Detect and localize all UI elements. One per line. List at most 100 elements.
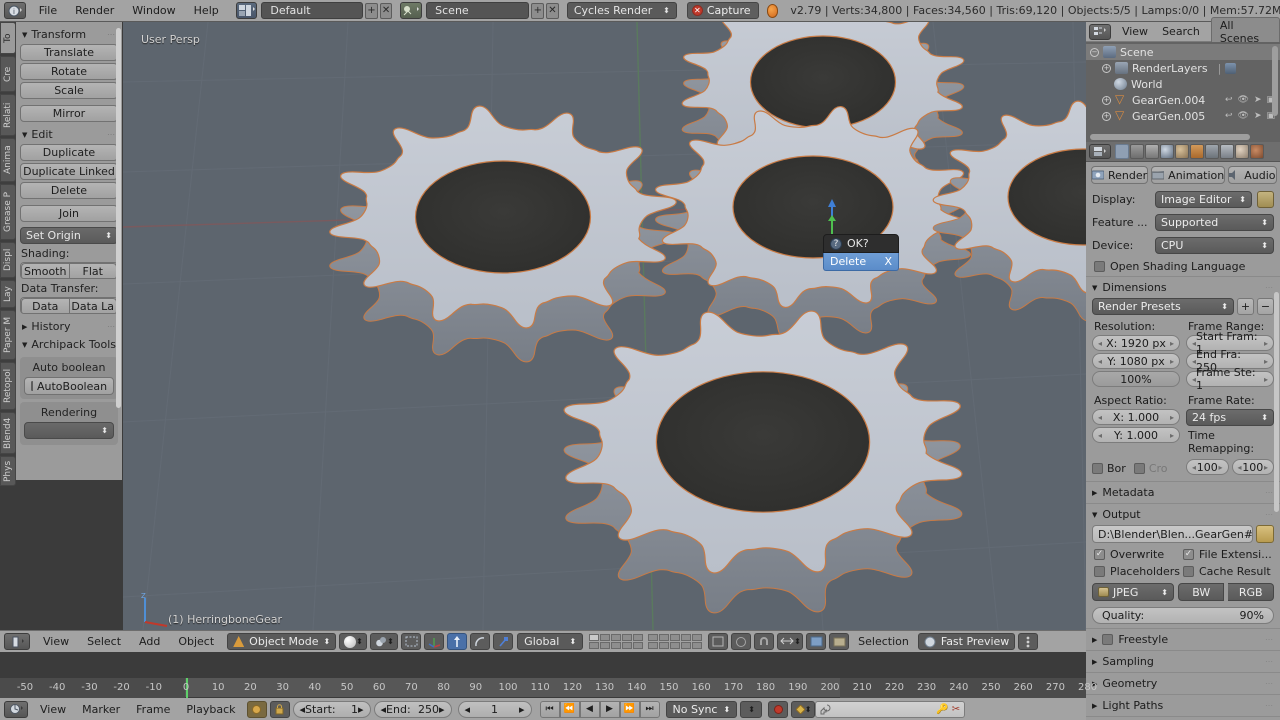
vp-menu-add[interactable]: Add [130, 635, 169, 648]
right-arrow-icon[interactable]: ▸ [358, 703, 364, 716]
proportional-edit-toggle[interactable] [731, 633, 752, 650]
properties-tab-render[interactable] [1115, 144, 1129, 159]
section-motion-blur[interactable]: ▶ Motion Blur ⋯ [1086, 716, 1280, 720]
viewport-shading-dropdown[interactable]: ⬍ [339, 633, 368, 650]
vp-menu-select[interactable]: Select [78, 635, 130, 648]
play-button[interactable]: ▶ [599, 700, 620, 718]
layer-cell[interactable] [600, 642, 611, 649]
properties-tab-modifiers[interactable] [1205, 144, 1219, 159]
right-arrow-icon[interactable]: ▸ [1170, 413, 1174, 422]
expand-toggle-icon[interactable]: + [1102, 111, 1111, 121]
current-frame-field[interactable]: ◂ 1 ▸ [457, 700, 532, 718]
aspect-x-field[interactable]: ◂ X: 1.000 ▸ [1092, 409, 1180, 425]
render-presets-dropdown[interactable]: Render Presets ⬍ [1092, 298, 1234, 315]
cache-result-checkbox-row[interactable]: Cache Result [1183, 565, 1272, 578]
left-arrow-icon[interactable]: ◂ [1192, 463, 1196, 472]
frame-rate-dropdown[interactable]: 24 fps ⬍ [1186, 409, 1274, 426]
layer-cell[interactable] [633, 634, 644, 641]
outliner-row-geargen-005[interactable]: + ▽ GearGen.005 ↩ 👁 ➤ ▣ [1086, 108, 1280, 124]
freestyle-checkbox[interactable] [1102, 634, 1114, 645]
left-arrow-icon[interactable]: ◂ [465, 703, 471, 716]
toolshelf-tab-retopology[interactable]: Retopol [0, 362, 16, 410]
menu-window[interactable]: Window [123, 0, 184, 22]
cache-result-checkbox[interactable] [1183, 566, 1194, 577]
pivot-point-dropdown[interactable]: ⬍ [370, 633, 399, 650]
layer-cell[interactable] [692, 634, 703, 641]
layer-cell[interactable] [633, 642, 644, 649]
gear-object[interactable] [558, 310, 968, 614]
eye-icon[interactable]: 👁 [1238, 111, 1249, 121]
sync-mode-dropdown[interactable]: No Sync ⬍ [665, 700, 738, 718]
opengl-render-animation-button[interactable] [829, 633, 850, 650]
screen-layout-icon[interactable] [235, 2, 258, 19]
layer-cell[interactable] [589, 642, 600, 649]
prev-keyframe-button[interactable]: ⏪ [559, 700, 580, 718]
3d-viewport[interactable]: User Persp (1) HerringboneGear Z ? OK? D… [123, 22, 1086, 630]
next-keyframe-button[interactable]: ⏩ [619, 700, 640, 718]
renderlayer-visibility-icon[interactable] [1225, 62, 1237, 74]
delete-button[interactable]: Delete [20, 182, 118, 199]
add-preset-button[interactable]: + [1237, 298, 1254, 315]
data-button[interactable]: Data [21, 298, 69, 313]
editor-type-properties-icon[interactable] [1089, 144, 1111, 159]
scale-manipulator-button[interactable] [493, 633, 514, 650]
opengl-render-image-button[interactable] [806, 633, 827, 650]
panel-header-edit[interactable]: ▼ Edit ⋯ [20, 126, 118, 144]
transform-orientation-dropdown[interactable]: Global ⬍ [517, 633, 584, 650]
add-scene-button[interactable]: + [531, 2, 545, 19]
keying-set-spinner[interactable]: ⬍ [740, 700, 763, 718]
panel-header-history[interactable]: ▶ History ⋯ [20, 318, 118, 336]
properties-tab-constraints[interactable] [1190, 144, 1204, 159]
layer-cell[interactable] [659, 634, 670, 641]
menu-render[interactable]: Render [66, 0, 123, 22]
file-extensions-checkbox[interactable]: ✓ [1183, 549, 1194, 560]
render-image-button[interactable]: Render [1091, 166, 1149, 184]
section-dimensions[interactable]: ▼ Dimensions ⋯ [1086, 276, 1280, 298]
restrict-select-icon[interactable]: ↩ [1225, 111, 1233, 121]
remove-keying-set-icon[interactable]: ✂ [952, 704, 960, 715]
outliner-menu-view[interactable]: View [1115, 25, 1155, 38]
manipulator-toggle[interactable] [424, 633, 445, 650]
toolshelf-tab-tools[interactable]: To [0, 22, 16, 54]
left-arrow-icon[interactable]: ◂ [1098, 431, 1102, 440]
duplicate-button[interactable]: Duplicate [20, 144, 118, 161]
delete-confirm-popup[interactable]: ? OK? Delete X [823, 234, 899, 271]
crop-checkbox-row[interactable]: Cro [1133, 459, 1168, 477]
right-arrow-icon[interactable]: ▸ [1218, 463, 1222, 472]
time-remap-old-field[interactable]: ◂ 100 ▸ [1186, 459, 1229, 475]
toolshelf-tab-grease-pencil[interactable]: Grease P [0, 184, 16, 240]
resolution-x-field[interactable]: ◂ X: 1920 px ▸ [1092, 335, 1180, 351]
toolshelf-tab-animation[interactable]: Anima [0, 138, 16, 182]
folder-icon[interactable] [1256, 525, 1274, 543]
lock-camera-toggle[interactable] [708, 633, 729, 650]
rendering-preset-dropdown[interactable]: ⬍ [24, 422, 114, 439]
outliner-row-renderlayers[interactable]: + RenderLayers | [1086, 60, 1280, 76]
properties-tab-render-layers[interactable] [1130, 144, 1144, 159]
crop-checkbox[interactable] [1133, 462, 1145, 474]
section-sampling[interactable]: ▶ Sampling ⋯ [1086, 650, 1280, 672]
toolshelf-tab-create[interactable]: Cre [0, 56, 16, 92]
feature-set-dropdown[interactable]: Supported ⬍ [1155, 214, 1274, 231]
section-freestyle[interactable]: ▶ Freestyle ⋯ [1086, 628, 1280, 650]
lock-keyframe-icon[interactable] [269, 700, 290, 718]
right-arrow-icon[interactable]: ▸ [1264, 463, 1268, 472]
cursor-icon[interactable]: ➤ [1254, 111, 1262, 121]
render-engine-dropdown[interactable]: Cycles Render ⬍ [566, 2, 677, 19]
vp-menu-object[interactable]: Object [169, 635, 223, 648]
file-extensions-checkbox-row[interactable]: ✓ File Extensi... [1183, 548, 1272, 561]
device-dropdown[interactable]: CPU ⬍ [1155, 237, 1274, 254]
properties-scrollbar[interactable] [1274, 292, 1279, 512]
overwrite-checkbox[interactable]: ✓ [1094, 549, 1105, 560]
right-arrow-icon[interactable]: ▸ [1170, 357, 1174, 366]
remove-preset-button[interactable]: − [1257, 298, 1274, 315]
layer-cell[interactable] [648, 642, 659, 649]
toolshelf-tab-display[interactable]: Displ [0, 242, 16, 278]
timeline-menu-frame[interactable]: Frame [128, 703, 178, 716]
scene-layers[interactable] [589, 634, 703, 649]
border-checkbox-row[interactable]: Bor [1092, 459, 1126, 477]
left-arrow-icon[interactable]: ◂ [1238, 463, 1242, 472]
layer-cell[interactable] [622, 634, 633, 641]
editor-type-outliner-icon[interactable] [1089, 23, 1111, 40]
frame-step-field[interactable]: ◂ Frame Ste: 1 ▸ [1186, 366, 1274, 392]
right-arrow-icon[interactable]: ▸ [1170, 431, 1174, 440]
